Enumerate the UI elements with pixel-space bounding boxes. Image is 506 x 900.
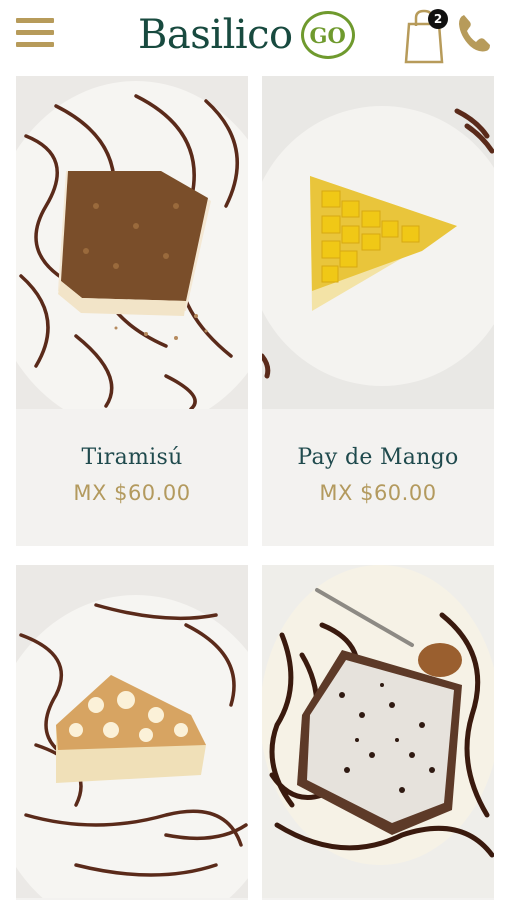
product-grid: Tiramisú MX $60.00 Pay de Mango MX $60.0… (0, 68, 506, 900)
product-info: Pay de Mango MX $60.00 (262, 409, 494, 546)
product-image-pay-de-mango (262, 76, 494, 409)
app-header: Basilico GO 2 (0, 0, 506, 69)
product-card-3[interactable] (16, 565, 248, 900)
product-name: Pay de Mango (297, 445, 459, 470)
product-card-pay-de-mango[interactable]: Pay de Mango MX $60.00 (262, 76, 494, 546)
product-image-tiramisu (16, 76, 248, 409)
product-price: MX $60.00 (319, 481, 437, 505)
product-image-4 (262, 565, 494, 898)
cart-count-badge: 2 (428, 9, 448, 29)
brand-logo[interactable]: Basilico GO (138, 10, 355, 60)
phone-icon[interactable] (456, 12, 492, 54)
product-card-tiramisu[interactable]: Tiramisú MX $60.00 (16, 76, 248, 546)
product-name: Tiramisú (81, 445, 183, 470)
product-image-3 (16, 565, 248, 898)
brand-name: Basilico (138, 12, 293, 58)
product-info: Tiramisú MX $60.00 (16, 409, 248, 546)
brand-go-badge: GO (300, 11, 355, 59)
hamburger-menu-icon[interactable] (16, 18, 54, 48)
product-price: MX $60.00 (73, 481, 191, 505)
product-card-4[interactable] (262, 565, 494, 900)
